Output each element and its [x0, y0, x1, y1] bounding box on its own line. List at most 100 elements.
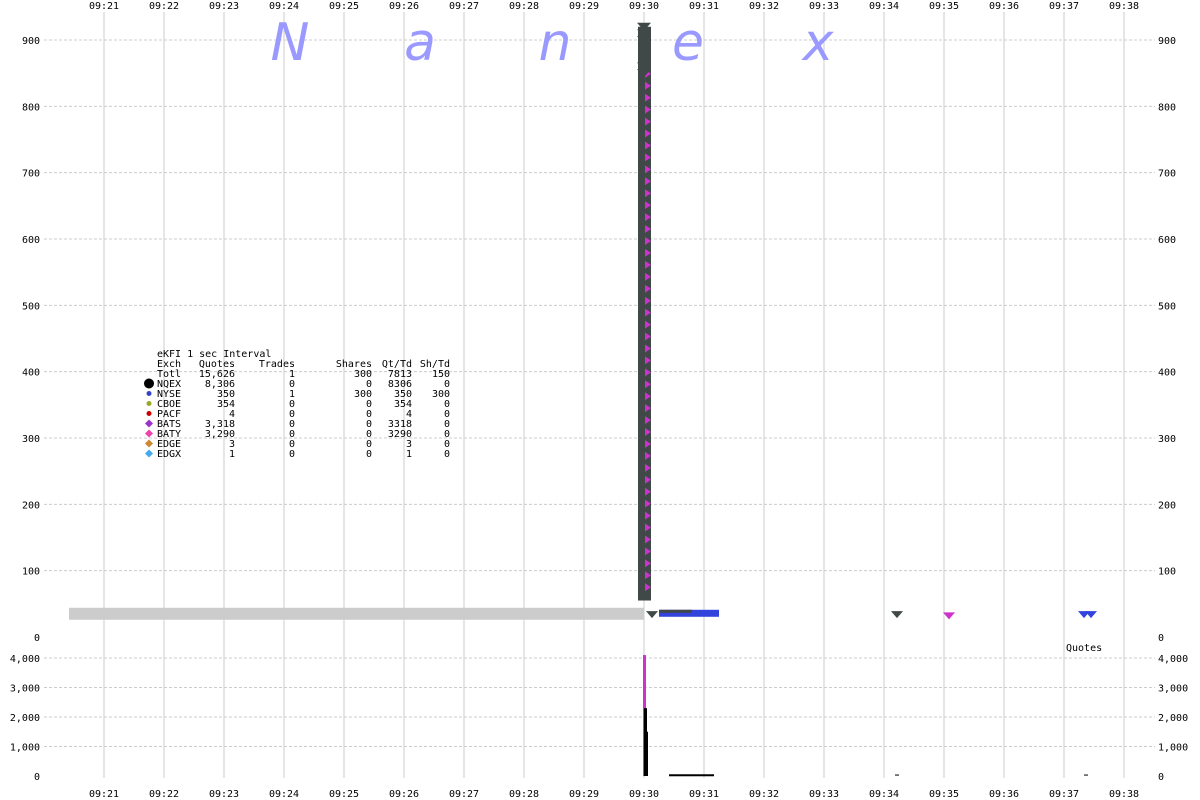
x-tick-label-bottom: 09:32 — [749, 789, 779, 800]
x-tick-label-bottom: 09:29 — [569, 789, 599, 800]
x-tick-label-bottom: 09:33 — [809, 789, 839, 800]
y-tick-label-right: 400 — [1158, 368, 1176, 379]
x-tick-label-top: 09:27 — [449, 1, 479, 12]
post-open-quotes-band-dark — [659, 609, 692, 613]
x-tick-label-top: 09:26 — [389, 1, 419, 12]
y-tick-label-left: 100 — [22, 567, 40, 578]
x-tick-label-top: 09:28 — [509, 1, 539, 12]
legend-cell: 0 — [289, 449, 295, 460]
x-tick-label-bottom: 09:30 — [629, 789, 659, 800]
x-tick-label-top: 09:34 — [869, 1, 899, 12]
watermark-letter: N — [271, 13, 310, 73]
legend-marker — [145, 439, 153, 448]
legend-cell: 0 — [366, 449, 372, 460]
horizontal-gridlines — [44, 39, 1155, 747]
x-tick-label-top: 09:23 — [209, 1, 239, 12]
x-tick-label-bottom: 09:28 — [509, 789, 539, 800]
y-tick-label-right: 500 — [1158, 301, 1176, 312]
y-tick-label-left: 900 — [22, 36, 40, 47]
legend-marker — [146, 411, 152, 416]
x-tick-label-top: 09:38 — [1109, 1, 1139, 12]
volume-tiny-mark — [1084, 774, 1088, 776]
y-tick-label-right: 100 — [1158, 567, 1176, 578]
x-tick-label-bottom: 09:24 — [269, 789, 299, 800]
y-tick-label-left: 500 — [22, 301, 40, 312]
x-tick-label-bottom: 09:34 — [869, 789, 899, 800]
x-tick-label-bottom: 09:31 — [689, 789, 719, 800]
legend-marker — [145, 419, 153, 428]
volume-y-tick-label-right: 4,000 — [1158, 654, 1188, 665]
y-tick-label-right: 700 — [1158, 169, 1176, 180]
x-tick-label-bottom: 09:21 — [89, 789, 119, 800]
volume-y-tick-label-right: 2,000 — [1158, 713, 1188, 724]
quote-point — [891, 611, 903, 619]
x-tick-label-top: 09:25 — [329, 1, 359, 12]
y-tick-label-left: 0 — [34, 633, 40, 644]
y-tick-label-left: 200 — [22, 500, 40, 511]
y-tick-label-right: 200 — [1158, 500, 1176, 511]
x-tick-label-bottom: 09:26 — [389, 789, 419, 800]
x-tick-label-bottom: 09:23 — [209, 789, 239, 800]
legend-cell: 1 — [406, 449, 412, 460]
x-tick-label-bottom: 09:22 — [149, 789, 179, 800]
x-tick-label-top: 09:24 — [269, 1, 299, 12]
x-tick-label-bottom: 09:35 — [929, 789, 959, 800]
y-tick-label-left: 800 — [22, 102, 40, 113]
x-tick-label-top: 09:22 — [149, 1, 179, 12]
nbbo-bar — [69, 607, 644, 620]
quotes-panel-label: Quotes — [1066, 643, 1102, 654]
legend-cell: EDGX — [157, 449, 181, 460]
volume-baseline-band — [669, 774, 714, 777]
x-tick-label-top: 09:36 — [989, 1, 1019, 12]
x-tick-label-top: 09:33 — [809, 1, 839, 12]
x-tick-label-bottom: 09:27 — [449, 789, 479, 800]
x-tick-label-bottom: 09:38 — [1109, 789, 1139, 800]
volume-y-tick-label-left: 3,000 — [10, 684, 40, 695]
volume-y-tick-label-left: 2,000 — [10, 713, 40, 724]
x-tick-label-bottom: 09:25 — [329, 789, 359, 800]
y-tick-label-left: 400 — [22, 368, 40, 379]
x-tick-label-top: 09:29 — [569, 1, 599, 12]
y-tick-label-right: 900 — [1158, 36, 1176, 47]
y-tick-label-left: 700 — [22, 169, 40, 180]
volume-y-tick-label-left: 1,000 — [10, 743, 40, 754]
legend-marker — [145, 429, 153, 438]
watermark-letter: a — [404, 13, 436, 73]
quotes-chart: Nanex 09:2109:2109:2209:2209:2309:2309:2… — [10, 1, 1188, 800]
watermark-letter: n — [539, 13, 572, 73]
nanex-watermark: Na n e x — [271, 13, 835, 73]
y-tick-label-right: 800 — [1158, 102, 1176, 113]
x-tick-label-bottom: 09:36 — [989, 789, 1019, 800]
watermark-letter: x — [801, 13, 835, 73]
volume-y-tick-label-left: 4,000 — [10, 654, 40, 665]
quote-point — [646, 611, 658, 619]
volume-tiny-mark — [895, 774, 899, 776]
y-tick-label-right: 600 — [1158, 235, 1176, 246]
y-tick-label-right: 0 — [1158, 633, 1164, 644]
x-tick-label-top: 09:35 — [929, 1, 959, 12]
x-tick-label-top: 09:30 — [629, 1, 659, 12]
legend-marker — [146, 391, 152, 396]
volume-bar — [645, 731, 648, 776]
volume-y-tick-label-right: 1,000 — [1158, 743, 1188, 754]
watermark-letter: e — [672, 13, 704, 73]
x-tick-label-bottom: 09:37 — [1049, 789, 1079, 800]
legend-cell: 0 — [444, 449, 450, 460]
x-tick-label-top: 09:32 — [749, 1, 779, 12]
vertical-gridlines — [103, 12, 1125, 778]
axis-tick-labels: 09:21 09:21 09:22 09:22 09:23 09:23 09:24 09:24… — [10, 1, 1188, 800]
legend-cell: 1 — [229, 449, 235, 460]
quotes-series — [69, 22, 1097, 620]
y-tick-label-right: 300 — [1158, 434, 1176, 445]
volume-series — [643, 655, 1088, 777]
x-tick-label-top: 09:21 — [89, 1, 119, 12]
y-tick-label-left: 600 — [22, 235, 40, 246]
volume-y-tick-label-left: 0 — [34, 772, 40, 783]
legend-marker — [145, 449, 153, 458]
x-tick-label-top: 09:37 — [1049, 1, 1079, 12]
volume-y-tick-label-right: 3,000 — [1158, 684, 1188, 695]
y-tick-label-left: 300 — [22, 434, 40, 445]
legend-marker — [146, 401, 152, 406]
volume-y-tick-label-right: 0 — [1158, 772, 1164, 783]
x-tick-label-top: 09:31 — [689, 1, 719, 12]
